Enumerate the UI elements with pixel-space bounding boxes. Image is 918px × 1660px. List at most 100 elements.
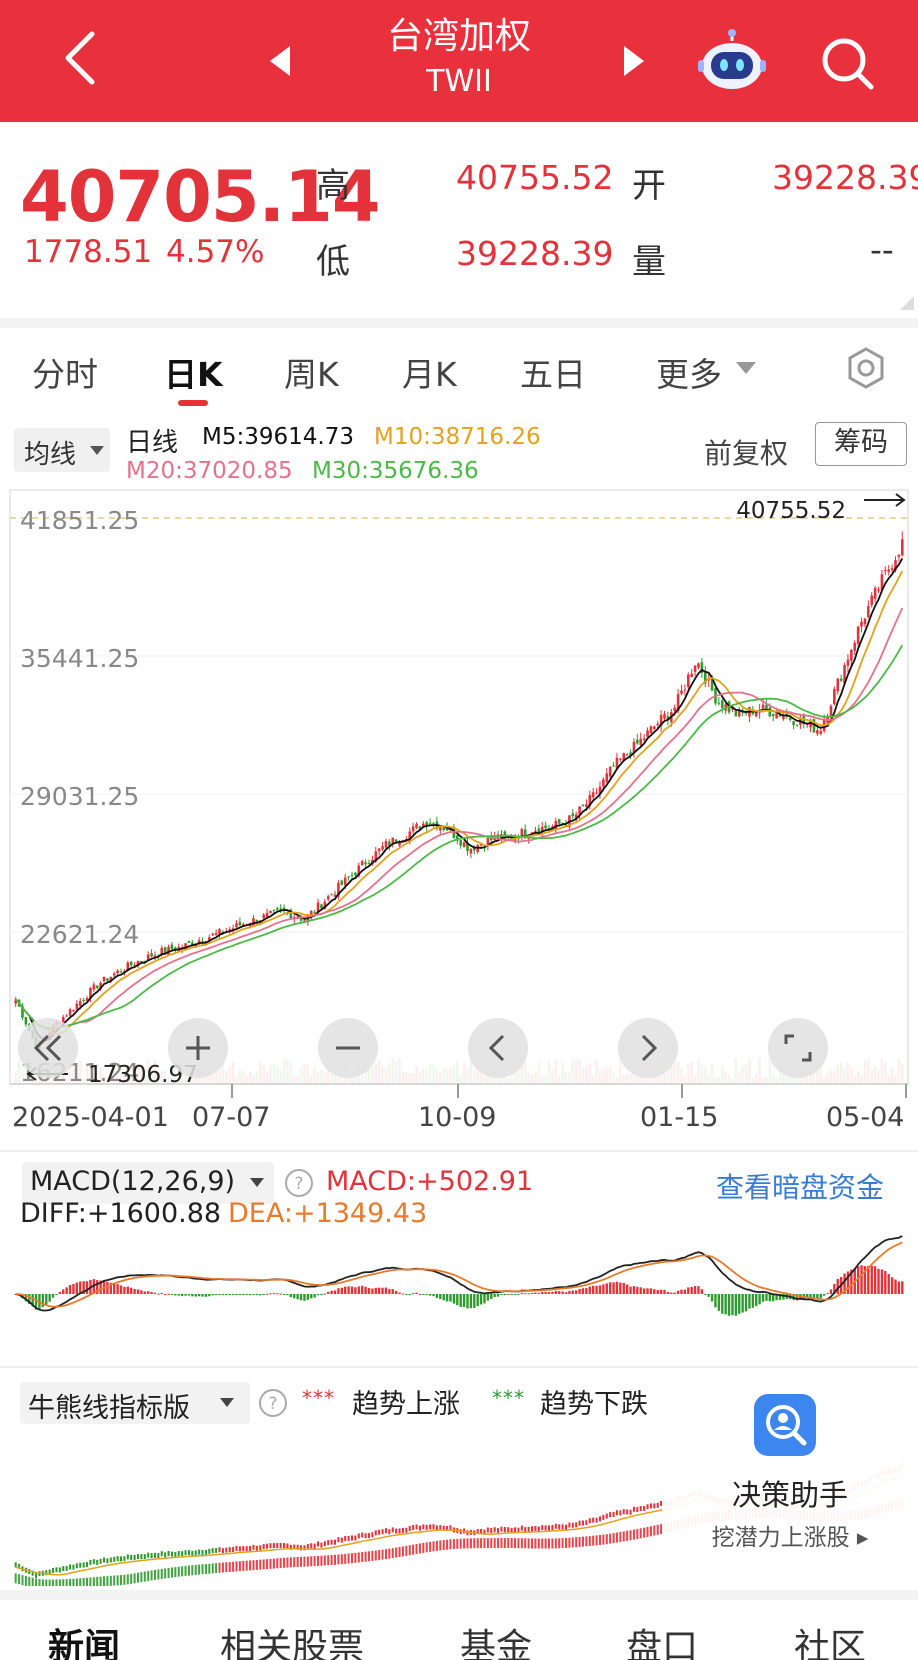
macd-histogram-bar <box>887 1273 890 1294</box>
trend-bar <box>605 1534 608 1545</box>
decision-assistant-card[interactable]: 决策助手 挖潜力上涨股 ▸ <box>662 1372 918 1580</box>
back-icon[interactable] <box>58 28 108 88</box>
volume-bar <box>687 1063 690 1084</box>
price-bar <box>106 1558 109 1564</box>
macd-histogram-bar <box>140 1290 143 1294</box>
price-bar <box>605 1513 608 1519</box>
trend-bar <box>181 1566 184 1577</box>
fast-rewind-button[interactable] <box>18 1018 78 1078</box>
candle-body <box>150 953 153 957</box>
chip-distribution-button[interactable]: 筹码 <box>815 422 907 466</box>
robot-icon[interactable] <box>697 28 767 92</box>
macd-histogram-bar <box>809 1294 812 1298</box>
bottom-tab-funds[interactable]: 基金 <box>460 1618 532 1660</box>
tab-monthly-k[interactable]: 月K <box>402 348 457 396</box>
tab-weekly-k[interactable]: 周K <box>284 348 339 396</box>
bottom-tab-related-stocks[interactable]: 相关股票 <box>220 1618 364 1660</box>
macd-histogram-bar <box>153 1292 157 1294</box>
candle-body <box>884 570 887 572</box>
search-icon[interactable] <box>818 34 876 92</box>
macd-value: MACD:+502.91 <box>326 1166 534 1197</box>
pan-right-button[interactable] <box>618 1018 678 1078</box>
macd-histogram-bar <box>119 1285 123 1294</box>
macd-histogram-bar <box>269 1293 272 1295</box>
volume-bar <box>544 1075 547 1084</box>
bottom-tab-news[interactable]: 新闻 <box>48 1618 120 1660</box>
trend-bar <box>58 1579 61 1586</box>
help-icon[interactable]: ? <box>284 1168 314 1198</box>
tab-daily-k[interactable]: 日K <box>164 348 223 396</box>
svg-text:?: ? <box>268 1394 277 1414</box>
trend-bar <box>174 1567 177 1578</box>
macd-histogram-bar <box>765 1294 768 1301</box>
candle-body <box>720 700 724 709</box>
fullscreen-button[interactable] <box>768 1018 828 1078</box>
candlestick-chart[interactable]: 41851.2535441.2529031.2522621.2416211.24… <box>0 488 918 1188</box>
macd-histogram-bar <box>306 1294 310 1300</box>
volume-bar <box>741 1065 744 1084</box>
zoom-out-button[interactable] <box>318 1018 378 1078</box>
price-bar <box>133 1554 136 1560</box>
macd-histogram-bar <box>262 1294 265 1295</box>
volume-bar <box>530 1074 534 1084</box>
zoom-in-icon <box>186 1036 210 1060</box>
macd-chart[interactable] <box>0 1230 918 1360</box>
macd-histogram-bar <box>547 1292 551 1294</box>
trend-bar <box>198 1564 201 1575</box>
volume-bar <box>296 1075 299 1084</box>
pan-left-button[interactable] <box>468 1018 528 1078</box>
candle-body <box>459 840 462 846</box>
price-bar <box>119 1556 123 1562</box>
fuquan-label[interactable]: 前复权 <box>704 432 788 472</box>
tab-fenshi[interactable]: 分时 <box>32 348 98 396</box>
bottom-tab-community[interactable]: 社区 <box>794 1618 866 1660</box>
trend-bar <box>435 1540 438 1551</box>
candle-body <box>340 880 344 885</box>
candle-body <box>571 813 575 817</box>
price-bar <box>109 1557 112 1563</box>
bullbear-select[interactable]: 牛熊线指标版 <box>20 1382 250 1424</box>
price-bar <box>558 1524 561 1530</box>
candle-body <box>771 713 775 717</box>
price-bar <box>551 1524 554 1530</box>
macd-histogram-bar <box>327 1291 330 1294</box>
macd-histogram-bar <box>211 1294 214 1296</box>
macd-histogram-bar <box>676 1290 680 1294</box>
volume-value: -- <box>870 230 894 269</box>
trend-bar <box>38 1579 41 1586</box>
trend-bar <box>381 1549 384 1560</box>
prev-arrow-icon[interactable] <box>270 46 290 76</box>
next-arrow-icon[interactable] <box>624 46 644 76</box>
volume-bar <box>238 1068 242 1084</box>
macd-histogram-bar <box>191 1294 194 1297</box>
top-bar: 台湾加权 TWII <box>0 0 918 122</box>
trend-bar <box>490 1538 493 1549</box>
price-bar <box>564 1524 568 1530</box>
gear-icon[interactable] <box>844 346 888 390</box>
macd-histogram-bar <box>174 1294 177 1296</box>
trend-bar <box>320 1555 323 1566</box>
trend-bar <box>649 1526 652 1537</box>
trend-bar <box>622 1531 625 1542</box>
y-tick-label: 22621.24 <box>20 920 139 949</box>
volume-bar <box>843 1069 846 1084</box>
ma-select[interactable]: 均线 <box>14 428 110 472</box>
candle-body <box>163 947 167 953</box>
macd-histogram-bar <box>653 1289 656 1294</box>
tab-five-day[interactable]: 五日 <box>520 348 586 396</box>
price-bar <box>609 1512 612 1518</box>
macd-histogram-bar <box>228 1294 231 1295</box>
y-tick-label: 29031.25 <box>20 782 139 811</box>
bottom-tab-order-book[interactable]: 盘口 <box>626 1618 698 1660</box>
tab-more[interactable]: 更多 <box>656 348 722 396</box>
price-bar <box>52 1567 55 1573</box>
trend-bar <box>350 1553 354 1564</box>
trend-bar <box>531 1538 534 1549</box>
dark-pool-link[interactable]: 查看暗盘资金 <box>716 1166 884 1206</box>
chevron-down-icon[interactable] <box>736 362 756 374</box>
help-icon[interactable]: ? <box>258 1388 288 1418</box>
zoom-in-button[interactable] <box>168 1018 228 1078</box>
trend-bar <box>626 1530 629 1541</box>
volume-bar <box>279 1070 282 1084</box>
macd-histogram-bar <box>680 1289 683 1294</box>
